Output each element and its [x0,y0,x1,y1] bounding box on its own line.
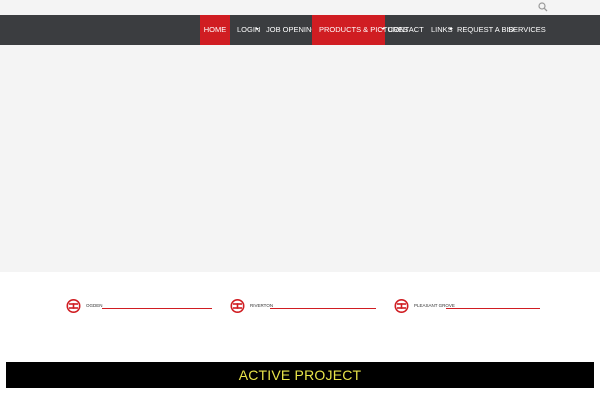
active-project-banner: ACTIVE PROJECT [6,362,594,388]
location-divider [446,308,540,309]
location-name: Ogden [86,303,103,308]
location-riverton[interactable]: Riverton [230,298,376,314]
nav-item-label: Home [203,25,227,34]
nav-item-label: Services [508,25,546,34]
location-pleasant-grove[interactable]: Pleasant Grove [394,298,540,314]
chevron-down-icon [449,28,453,30]
nav-item-job-openings[interactable]: Job Openings [266,15,322,45]
top-utility-bar [0,0,600,15]
nav-item-login[interactable]: Login [232,15,266,45]
main-navigation: Home Login Job Openings Products & Pictu… [0,15,600,45]
nav-item-contact[interactable]: Contact [388,15,424,45]
company-logo-icon [230,299,245,313]
nav-item-services[interactable]: Services [508,15,546,45]
hero-banner [0,45,600,272]
location-divider [270,308,376,309]
nav-item-request-a-bid[interactable]: Request A Bid [457,15,514,45]
nav-item-label: Request A Bid [457,25,514,34]
company-logo-icon [66,299,81,313]
active-project-title: ACTIVE PROJECT [238,367,362,383]
location-divider [102,308,212,309]
search-icon[interactable] [538,2,548,12]
nav-item-home[interactable]: Home [200,15,230,45]
location-ogden[interactable]: Ogden [66,298,212,314]
chevron-down-icon [381,28,385,30]
nav-item-label: Contact [388,25,424,34]
company-logo-icon [394,299,409,313]
nav-item-products-pictures[interactable]: Products & Pictures [312,15,408,45]
chevron-down-icon [255,28,259,30]
nav-item-links[interactable]: Links [427,15,455,45]
